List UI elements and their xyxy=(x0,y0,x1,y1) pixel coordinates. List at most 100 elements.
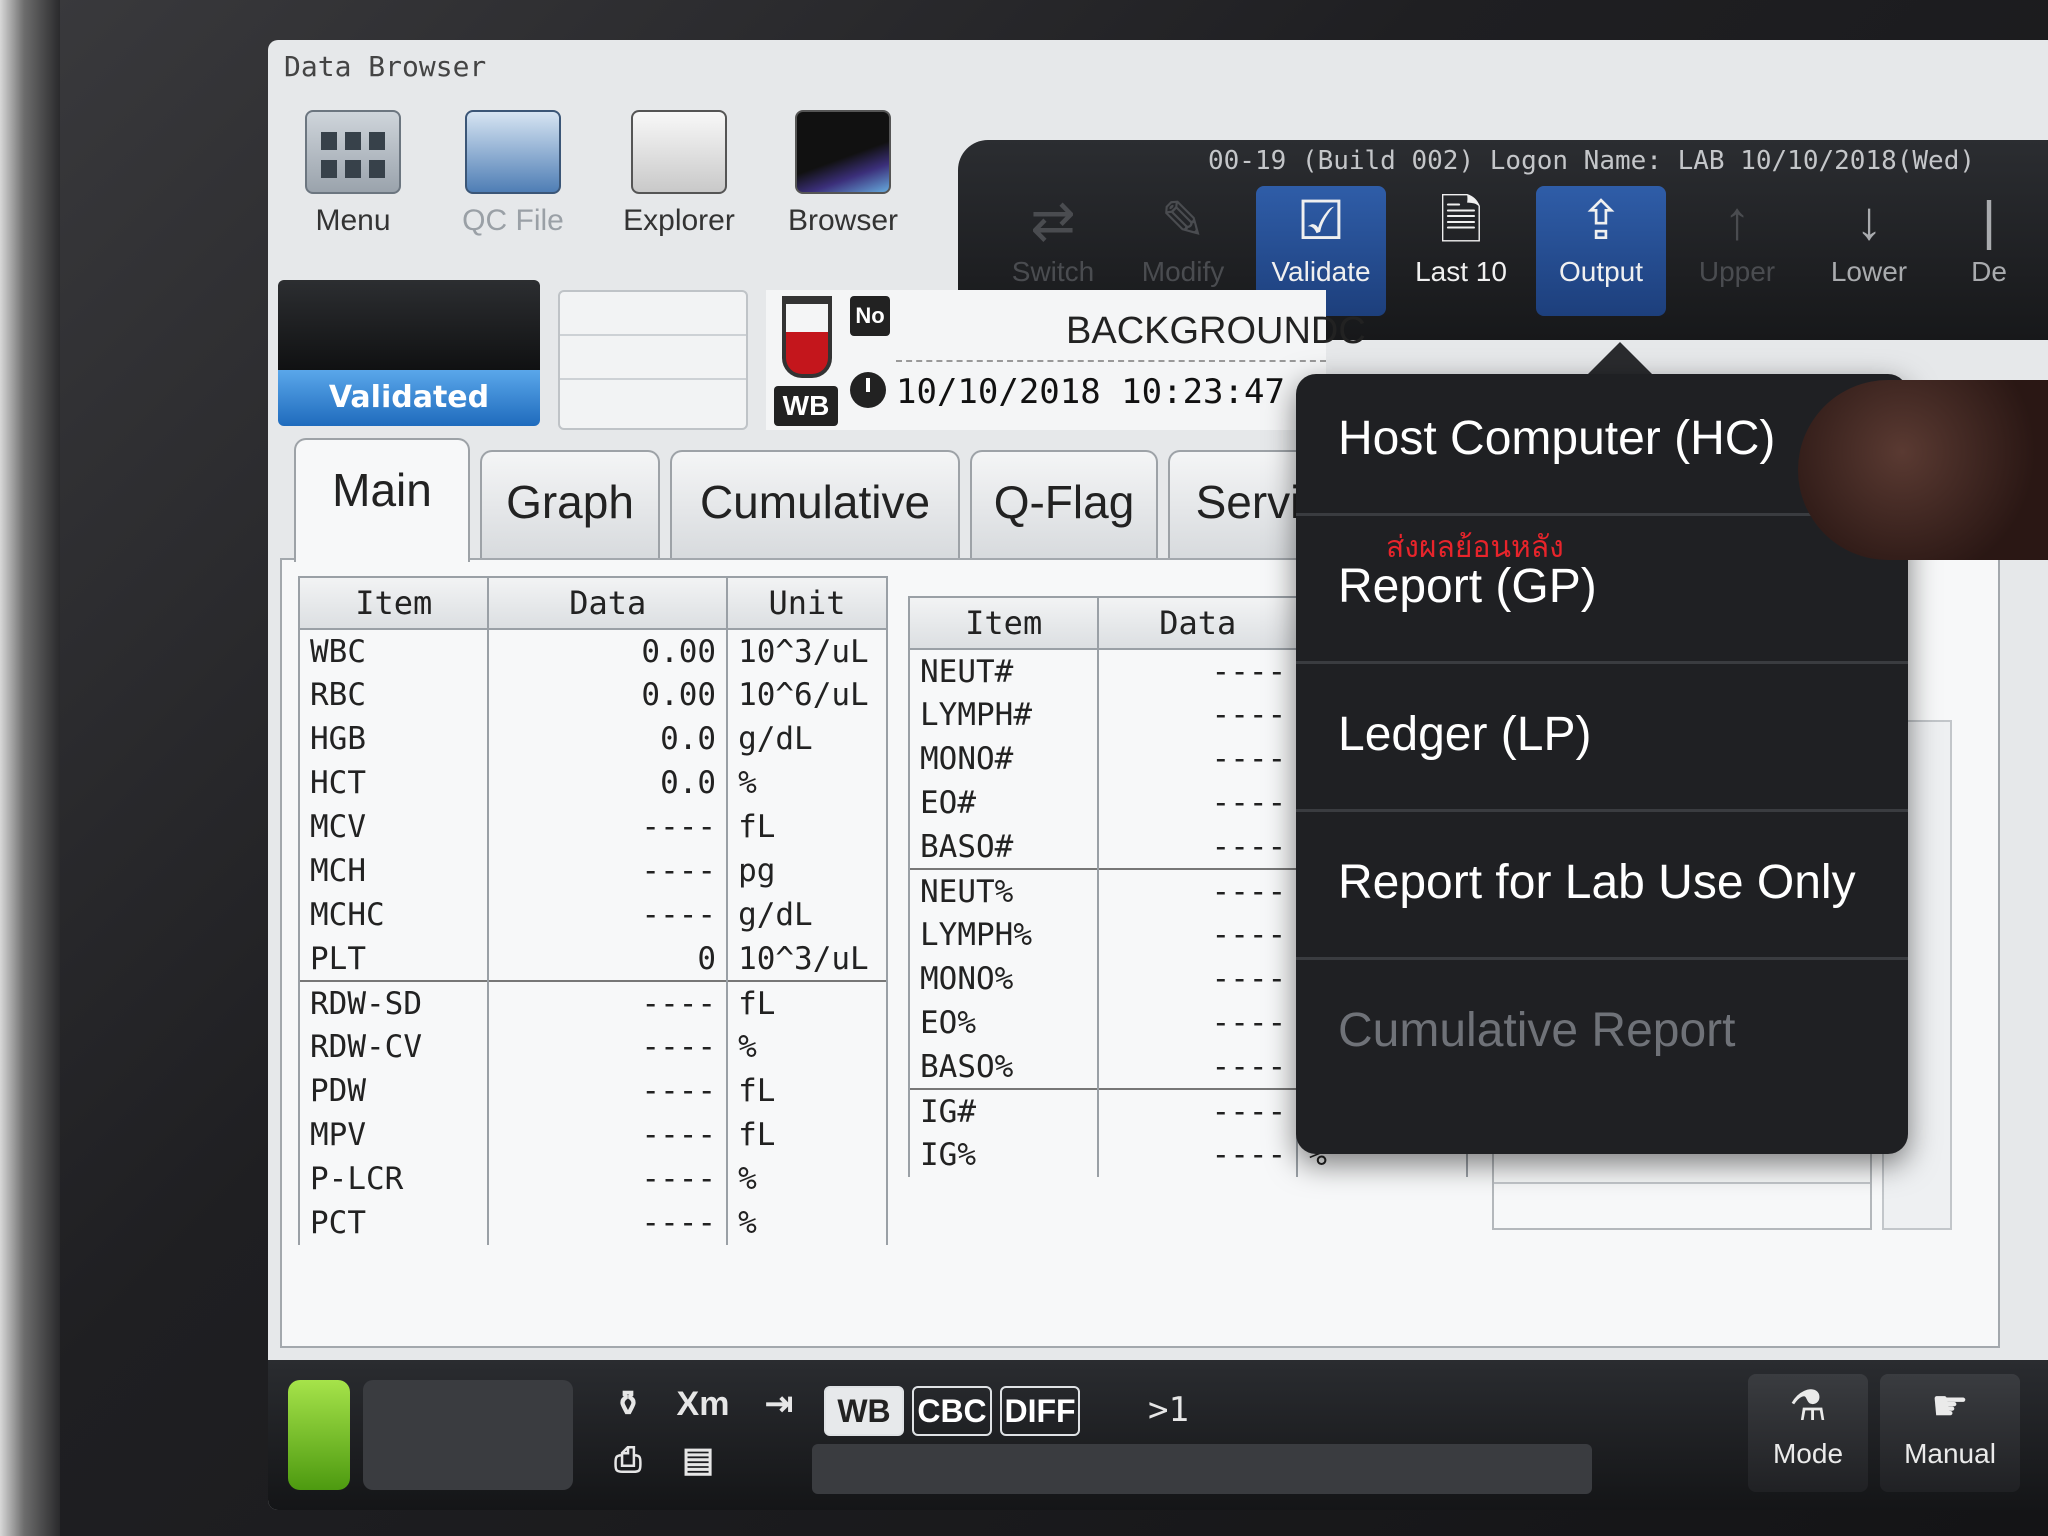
cell-item: MCHC xyxy=(297,893,490,937)
switch-label: Switch xyxy=(1011,256,1095,287)
cell-item: RDW-SD xyxy=(297,980,490,1025)
cell-unit: 10^6/uL xyxy=(726,673,888,717)
reagent-bottle-icon[interactable]: ⚱ xyxy=(598,1378,658,1430)
tab-q-flag[interactable]: Q-Flag xyxy=(970,450,1158,560)
tab-main[interactable]: Main xyxy=(294,438,470,562)
storage-icon[interactable]: ▤ xyxy=(668,1434,728,1486)
upper-button[interactable]: ↑ Upper xyxy=(1672,186,1802,316)
status-display xyxy=(278,280,540,370)
cell-item: BASO% xyxy=(907,1045,1100,1089)
cell-item: PCT xyxy=(297,1201,490,1245)
cell-item: RDW-CV xyxy=(297,1025,490,1069)
table-row[interactable]: P-LCR ----% xyxy=(297,1157,888,1201)
col-data: Data xyxy=(487,576,729,630)
col-item: Item xyxy=(907,596,1100,650)
last10-button[interactable]: 🗎 Last 10 xyxy=(1396,186,1526,316)
output-button[interactable]: ⇪ Output xyxy=(1536,186,1666,316)
manual-button[interactable]: ☛ Manual xyxy=(1880,1374,2020,1492)
cell-item: LYMPH% xyxy=(907,913,1100,957)
manual-label: Manual xyxy=(1904,1438,1996,1469)
table-row[interactable]: MPV ---- fL xyxy=(297,1113,888,1157)
whole-blood-badge: WB xyxy=(774,386,838,426)
cell-item: MCH xyxy=(297,849,490,893)
mode-cbc-button[interactable]: CBC xyxy=(912,1386,992,1436)
explorer-button[interactable]: Explorer xyxy=(604,110,754,238)
col-unit: Unit xyxy=(726,576,888,630)
mode-button[interactable]: ⚗ Mode xyxy=(1748,1374,1868,1492)
blood-tube-icon xyxy=(782,296,832,378)
cell-unit: % xyxy=(726,1025,888,1069)
tab-cumulative[interactable]: Cumulative xyxy=(670,450,960,560)
cell-item: MONO% xyxy=(907,957,1100,1001)
cell-data: ---- xyxy=(1097,781,1299,825)
table-row[interactable]: RDW-CV ----% xyxy=(297,1025,888,1069)
status-lines-box xyxy=(558,290,748,430)
qc-file-label: QC File xyxy=(462,204,564,237)
table-row[interactable]: PDW ---- fL xyxy=(297,1069,888,1113)
table-row[interactable]: RBC 0.00 10^6/uL xyxy=(297,673,888,717)
table-row[interactable]: RDW-SD ---- fL xyxy=(297,980,888,1025)
table-row[interactable]: MCV ---- fL xyxy=(297,805,888,849)
menu-item-ledger-lp[interactable]: Ledger (LP) xyxy=(1296,670,1908,812)
table-row[interactable]: HGB 0.0 g/dL xyxy=(297,717,888,761)
switch-icon: ⇄ xyxy=(1030,191,1076,251)
arrow-down-icon: ↓ xyxy=(1855,191,1883,251)
build-info: 00-19 (Build 002) Logon Name: LAB 10/10/… xyxy=(1208,146,1976,176)
sample-datetime: 10/10/2018 10:23:47 xyxy=(896,372,1285,412)
table-row[interactable]: PCT ----% xyxy=(297,1201,888,1245)
cell-data: ---- xyxy=(1097,693,1299,737)
browser-label: Browser xyxy=(787,204,899,237)
table-row[interactable]: PLT 0 10^3/uL xyxy=(297,937,888,981)
table-row[interactable]: HCT 0.0% xyxy=(297,761,888,805)
modify-pencil-icon: ✎ xyxy=(1160,191,1206,251)
cell-item: MCV xyxy=(297,805,490,849)
tab-graph[interactable]: Graph xyxy=(480,450,660,560)
sample-number-badge: No xyxy=(850,296,890,336)
cell-data: ---- xyxy=(1097,1088,1299,1133)
sampler-icon[interactable]: ⇥ xyxy=(744,1378,814,1430)
delete-button[interactable]: | De xyxy=(1934,186,2044,316)
bottom-status-bar: ⚱ ⎙ Xm ▤ ⇥ WB CBC DIFF >1 ⚗ Mode ☛ Manua… xyxy=(268,1360,2048,1510)
cell-data: ---- xyxy=(487,1025,729,1069)
printer-icon[interactable]: ⎙ xyxy=(598,1434,658,1486)
sample-id: BACKGROUNDC xyxy=(1066,310,1366,352)
cell-unit: fL xyxy=(726,1113,888,1157)
cell-data: ---- xyxy=(487,849,729,893)
cell-item: HGB xyxy=(297,717,490,761)
xm-icon[interactable]: Xm xyxy=(668,1378,738,1430)
table-row[interactable]: MCHC ---- g/dL xyxy=(297,893,888,937)
cell-item: HCT xyxy=(297,761,490,805)
cell-data: 0.00 xyxy=(487,673,729,717)
cell-item: MONO# xyxy=(907,737,1100,781)
clock-icon xyxy=(850,372,886,408)
cell-unit: % xyxy=(726,1201,888,1245)
cell-data: 0 xyxy=(487,937,729,981)
cell-item: EO# xyxy=(907,781,1100,825)
cell-data: ---- xyxy=(1097,1133,1299,1177)
arrow-up-icon: ↑ xyxy=(1723,191,1751,251)
cell-unit: fL xyxy=(726,980,888,1025)
cell-data: 0.00 xyxy=(487,629,729,673)
cell-unit: pg xyxy=(726,849,888,893)
cell-unit: fL xyxy=(726,1069,888,1113)
cell-item: EO% xyxy=(907,1001,1100,1045)
browser-button[interactable]: Browser xyxy=(768,110,918,238)
menu-button[interactable]: Menu xyxy=(278,110,428,238)
cell-unit: % xyxy=(726,1157,888,1201)
cell-data: ---- xyxy=(487,1157,729,1201)
qc-file-button[interactable]: QC File xyxy=(438,110,588,238)
count-indicator: >1 xyxy=(1148,1390,1189,1430)
mode-diff-button[interactable]: DIFF xyxy=(1000,1386,1080,1436)
menu-item-cumulative-report: Cumulative Report xyxy=(1338,1004,1736,1057)
table-row[interactable]: WBC 0.00 10^3/uL xyxy=(297,629,888,673)
lower-button[interactable]: ↓ Lower xyxy=(1804,186,1934,316)
cell-data: ---- xyxy=(1097,737,1299,781)
menu-item-report-lab-only[interactable]: Report for Lab Use Only xyxy=(1296,818,1908,960)
cell-data: 0.0 xyxy=(487,717,729,761)
mode-label: Mode xyxy=(1772,1438,1844,1469)
upload-icon: ⇪ xyxy=(1578,191,1624,251)
document-clock-icon: 🗎 xyxy=(1439,191,1483,251)
cell-item: LYMPH# xyxy=(907,693,1100,737)
mode-wb-button[interactable]: WB xyxy=(824,1386,904,1436)
table-row[interactable]: MCH ---- pg xyxy=(297,849,888,893)
